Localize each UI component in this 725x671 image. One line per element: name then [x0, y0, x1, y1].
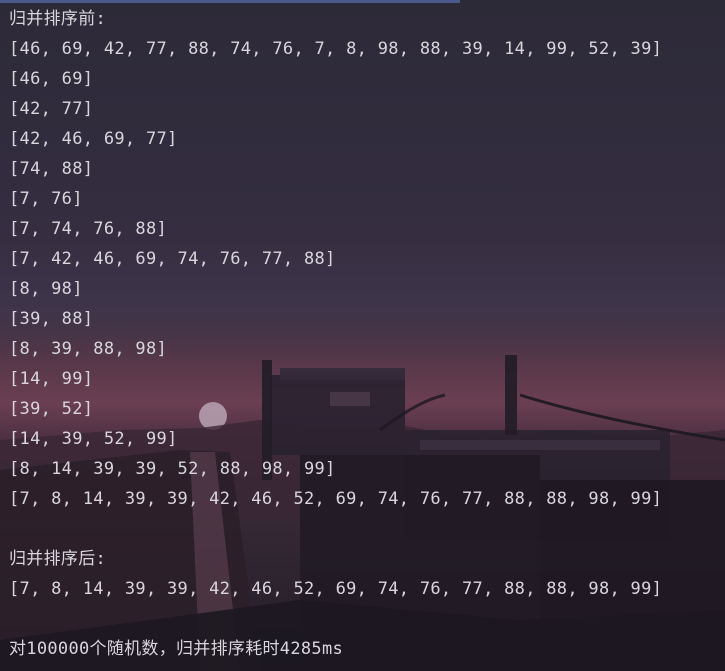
console-line: [42, 77] [9, 99, 94, 119]
console-line: [7, 74, 76, 88] [9, 219, 168, 239]
console-line: [8, 98] [9, 279, 83, 299]
console-line: [8, 39, 88, 98] [9, 339, 168, 359]
console-line: [7, 76] [9, 189, 83, 209]
console-line: [46, 69, 42, 77, 88, 74, 76, 7, 8, 98, 8… [9, 39, 663, 59]
console-line: [14, 99] [9, 369, 94, 389]
console-line: [74, 88] [9, 159, 94, 179]
console-line: [8, 14, 39, 39, 52, 88, 98, 99] [9, 459, 336, 479]
console-line: [39, 88] [9, 309, 94, 329]
before-sort-header: 归并排序前: [9, 9, 107, 29]
console-line: [39, 52] [9, 399, 94, 419]
console-line: [14, 39, 52, 99] [9, 429, 178, 449]
console-line: [42, 46, 69, 77] [9, 129, 178, 149]
console-line: [7, 42, 46, 69, 74, 76, 77, 88] [9, 249, 336, 269]
timing-result-line: 对100000个随机数，归并排序耗时4285ms [9, 639, 344, 659]
console-line: [46, 69] [9, 69, 94, 89]
after-sort-header: 归并排序后: [9, 549, 107, 569]
console-line: [7, 8, 14, 39, 39, 42, 46, 52, 69, 74, 7… [9, 489, 663, 509]
window-top-accent [0, 0, 460, 3]
sorted-result-line: [7, 8, 14, 39, 39, 42, 46, 52, 69, 74, 7… [9, 579, 663, 599]
